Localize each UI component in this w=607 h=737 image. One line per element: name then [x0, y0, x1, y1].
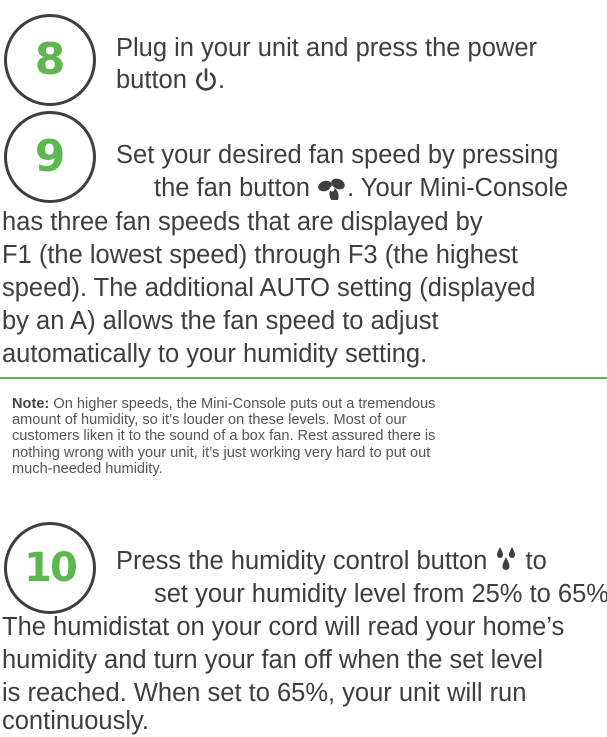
note-line-3: customers liken it to the sound of a box… — [12, 428, 436, 445]
note-label: Note: — [12, 396, 50, 412]
step-10-badge: 10 — [4, 522, 96, 614]
step-8-line-1: Plug in your unit and press the power — [116, 34, 537, 62]
step-number: 8 — [34, 34, 66, 85]
step-10-line-4: humidity and turn your fan off when the … — [2, 646, 544, 674]
step-8-badge: 8 — [4, 14, 96, 106]
step-10-line-1: Press the humidity control button to — [116, 545, 547, 581]
step-10-line-3: The humidistat on your cord will read yo… — [2, 613, 565, 641]
step-10-line-2: set your humidity level from 25% to 65%. — [154, 580, 607, 608]
step-number: 9 — [34, 131, 66, 182]
step-9-line-5: speed). The additional AUTO setting (dis… — [2, 274, 536, 302]
water-drops-icon — [494, 545, 518, 581]
step-9-line-1: Set your desired fan speed by pressing — [116, 141, 559, 169]
step-9-badge: 9 — [4, 111, 96, 203]
fan-icon — [317, 176, 347, 208]
note-line-1: Note: On higher speeds, the Mini-Console… — [12, 396, 436, 412]
step-9-line-2: the fan button . Your Mini-Console — [154, 172, 568, 208]
step-number: 10 — [24, 545, 78, 591]
step-9-line-7: automatically to your humidity setting. — [2, 340, 428, 368]
note-line-2: amount of humidity, so it’s louder on th… — [12, 412, 407, 429]
step-8-line-2: button . — [116, 64, 225, 100]
note-block: Note: On higher speeds, the Mini-Console… — [12, 396, 598, 477]
power-icon — [194, 68, 218, 100]
step-9-line-3: has three fan speeds that are displayed … — [2, 208, 483, 236]
step-9-line-6: by an A) allows the fan speed to adjust — [2, 307, 439, 335]
section-divider — [0, 377, 607, 379]
note-line-5: much-needed humidity. — [12, 460, 163, 477]
note-line-4: nothing wrong with your unit, it’s just … — [12, 444, 431, 461]
step-10-line-6: continuously. — [2, 707, 149, 735]
step-9-line-4: F1 (the lowest speed) through F3 (the hi… — [2, 241, 518, 269]
